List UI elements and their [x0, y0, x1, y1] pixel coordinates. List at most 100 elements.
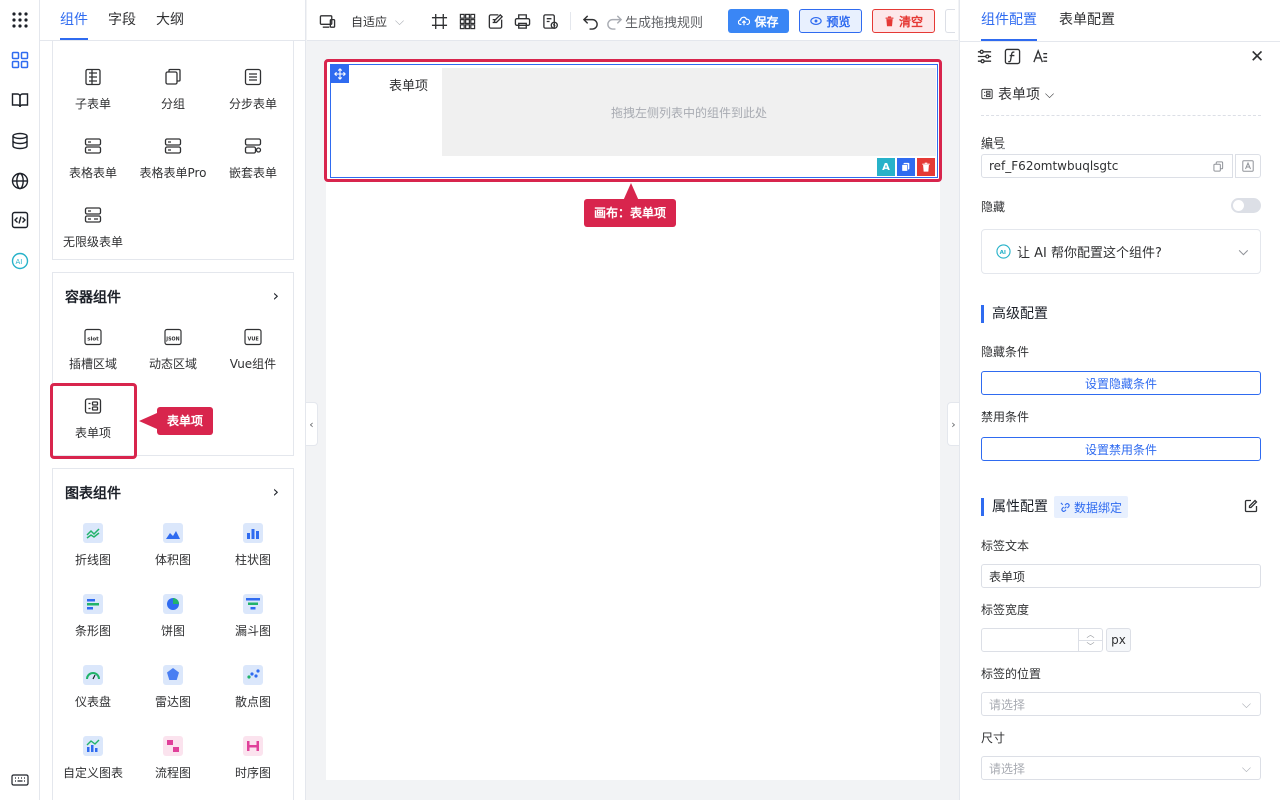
- components-icon[interactable]: [10, 50, 30, 70]
- svg-text:AI: AI: [1000, 250, 1006, 256]
- comp-timeline-chart[interactable]: 时序图: [213, 726, 293, 788]
- flow-chart-icon: [163, 736, 183, 756]
- collapse-left-handle[interactable]: ‹: [306, 402, 318, 446]
- comp-label: 柱状图: [234, 553, 271, 567]
- subform-icon: [83, 67, 103, 87]
- comp-line-chart[interactable]: 折线图: [53, 513, 133, 575]
- copy-icon[interactable]: [1213, 160, 1224, 172]
- edit-doc-icon[interactable]: [487, 11, 504, 31]
- sliders-icon[interactable]: [976, 48, 993, 69]
- more-button-edge[interactable]: [945, 9, 955, 33]
- id-field[interactable]: ref_F62omtwbuqlsgtc: [981, 154, 1233, 178]
- id-label: 编号: [981, 136, 1006, 150]
- comp-group[interactable]: 分组: [133, 57, 213, 119]
- section-title: 图表组件: [65, 486, 121, 502]
- advanced-config-heading: 高级配置: [981, 305, 1048, 323]
- comp-table-form[interactable]: 表格表单: [53, 126, 133, 188]
- label-text-input[interactable]: 表单项: [981, 564, 1261, 588]
- chevron-right-icon[interactable]: ›: [273, 286, 279, 305]
- tab-components[interactable]: 组件: [60, 9, 88, 40]
- nested-form-icon: [243, 136, 263, 156]
- size-select[interactable]: 请选择 ⌵: [981, 756, 1261, 780]
- comp-bar-chart[interactable]: 柱状图: [213, 513, 293, 575]
- comp-flow-chart[interactable]: 流程图: [133, 726, 213, 788]
- tab-outline[interactable]: 大纲: [156, 9, 184, 40]
- component-type-select[interactable]: 表单项 ⌵: [981, 84, 1054, 104]
- function-icon[interactable]: [1004, 48, 1021, 69]
- database-icon[interactable]: [10, 131, 30, 151]
- svg-text:slot: slot: [87, 337, 99, 343]
- comp-funnel-chart[interactable]: 漏斗图: [213, 584, 293, 646]
- comp-label: Vue组件: [229, 357, 277, 371]
- preview-button[interactable]: 预览: [799, 9, 862, 33]
- data-binding-button[interactable]: 数据绑定: [1054, 496, 1129, 518]
- text-style-icon[interactable]: [1032, 48, 1049, 69]
- save-button[interactable]: 保存: [728, 9, 789, 33]
- comp-hbar-chart[interactable]: 条形图: [53, 584, 133, 646]
- pie-chart-icon: [163, 594, 183, 614]
- comp-step-form[interactable]: 分步表单: [213, 57, 293, 119]
- label-width-input[interactable]: ︿ ﹀: [981, 628, 1103, 652]
- device-icon[interactable]: [319, 11, 336, 31]
- chevron-down-icon: ⌵: [1238, 244, 1248, 258]
- stepper-down-icon[interactable]: ﹀: [1079, 641, 1102, 652]
- timeline-chart-icon: [243, 736, 263, 756]
- edit-icon[interactable]: [1244, 499, 1258, 517]
- comp-label: 仪表盘: [74, 695, 111, 709]
- set-hide-condition-button[interactable]: 设置隐藏条件: [981, 371, 1261, 395]
- redo-icon[interactable]: [606, 11, 623, 31]
- comp-gauge[interactable]: 仪表盘: [53, 655, 133, 717]
- comp-scatter-chart[interactable]: 散点图: [213, 655, 293, 717]
- comp-dynamic-area[interactable]: JSON 动态区域: [133, 317, 213, 379]
- comp-area-chart[interactable]: 体积图: [133, 513, 213, 575]
- label-position-select[interactable]: 请选择 ⌵: [981, 692, 1261, 716]
- tab-fields[interactable]: 字段: [108, 9, 136, 40]
- comp-nested-form[interactable]: 嵌套表单: [213, 126, 293, 188]
- comp-slot-area[interactable]: slot 插槽区域: [53, 317, 133, 379]
- chevron-right-icon[interactable]: ›: [273, 482, 279, 501]
- json-icon: JSON: [163, 327, 183, 347]
- frame-icon[interactable]: [431, 11, 448, 31]
- comp-infinite-form[interactable]: 无限级表单: [53, 195, 133, 257]
- print-icon[interactable]: [514, 11, 531, 31]
- number-stepper[interactable]: ︿ ﹀: [1078, 629, 1102, 651]
- cloud-upload-icon: [738, 16, 751, 26]
- chart-components-section: 图表组件 › 折线图 体积图 柱状图 条形图 饼图 漏斗图 仪表盘 雷达图 散点…: [52, 468, 294, 800]
- comp-table-form-pro[interactable]: 表格表单Pro: [133, 126, 213, 188]
- comp-label: 折线图: [74, 553, 111, 567]
- section-title: 容器组件: [65, 290, 121, 306]
- stepper-up-icon[interactable]: ︿: [1079, 629, 1102, 641]
- clear-button[interactable]: 清空: [872, 9, 935, 33]
- comp-label: 子表单: [74, 97, 111, 111]
- hidden-toggle[interactable]: [1231, 198, 1261, 213]
- comp-subform[interactable]: 子表单: [53, 57, 133, 119]
- text-format-icon[interactable]: [1235, 154, 1261, 178]
- script-icon[interactable]: [542, 11, 559, 31]
- close-icon[interactable]: ✕: [1250, 47, 1264, 67]
- adaptive-select[interactable]: 自适应 ⌵: [351, 11, 404, 31]
- code-icon[interactable]: [10, 210, 30, 230]
- comp-pie-chart[interactable]: 饼图: [133, 584, 213, 646]
- collapse-right-handle[interactable]: ›: [947, 402, 959, 446]
- undo-icon[interactable]: [582, 11, 599, 31]
- ai-icon[interactable]: AI: [10, 251, 30, 271]
- ai-config-collapse[interactable]: AI 让 AI 帮你配置这个组件? ⌵: [981, 229, 1261, 274]
- tab-form-config[interactable]: 表单配置: [1059, 9, 1115, 41]
- comp-label: 表格表单: [68, 166, 117, 180]
- comp-label: 条形图: [74, 624, 111, 638]
- slot-icon: slot: [83, 327, 103, 347]
- comp-custom-chart[interactable]: 自定义图表: [53, 726, 133, 788]
- keyboard-icon[interactable]: [10, 770, 30, 790]
- generate-rule-button[interactable]: 生成拖拽规则: [625, 11, 703, 31]
- grid-layout-icon[interactable]: [459, 11, 476, 31]
- apps-grid-icon[interactable]: [10, 10, 30, 30]
- comp-vue-component[interactable]: VUE Vue组件: [213, 317, 293, 379]
- comp-radar-chart[interactable]: 雷达图: [133, 655, 213, 717]
- book-icon[interactable]: [10, 90, 30, 110]
- globe-icon[interactable]: [10, 171, 30, 191]
- tab-component-config[interactable]: 组件配置: [981, 9, 1037, 41]
- vue-icon: VUE: [243, 327, 263, 347]
- set-disable-condition-button[interactable]: 设置禁用条件: [981, 437, 1261, 461]
- component-panel: 组件 字段 大纲 子表单 分组 分步表单 表格表单 表格表单Pro 嵌套表单 无…: [40, 0, 306, 800]
- scatter-chart-icon: [243, 665, 263, 685]
